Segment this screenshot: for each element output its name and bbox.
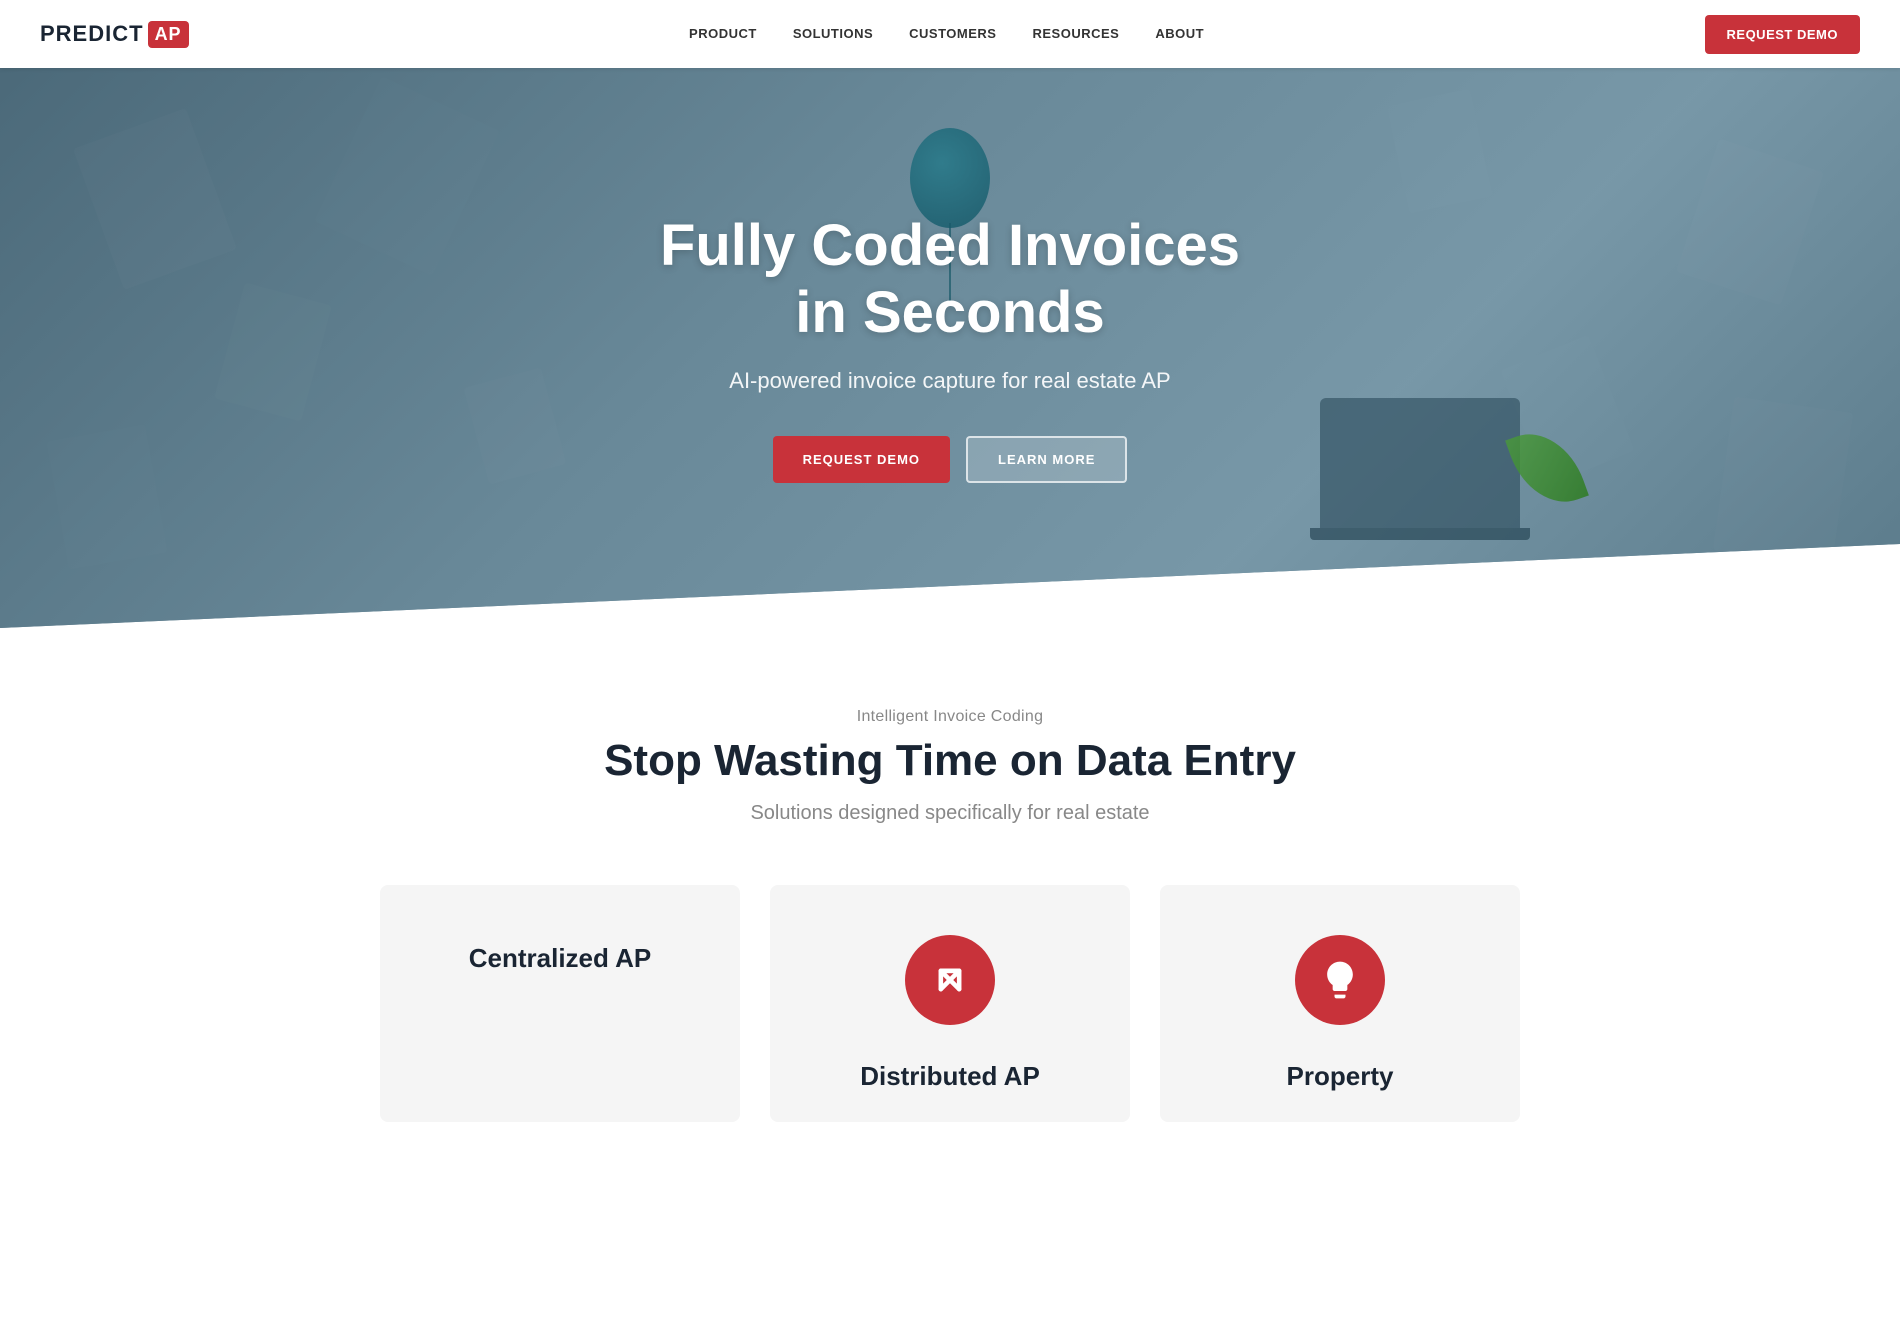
card-centralized-title: Centralized AP — [469, 943, 652, 974]
features-desc: Solutions designed specifically for real… — [40, 802, 1860, 825]
lightbulb-icon — [1318, 958, 1362, 1002]
nav-item-product[interactable]: PRODUCT — [689, 25, 757, 43]
card-distributed-title: Distributed AP — [860, 1061, 1040, 1092]
card-property: Property — [1160, 885, 1520, 1122]
nav-item-resources[interactable]: RESOURCES — [1032, 25, 1119, 43]
nav-link-solutions[interactable]: SOLUTIONS — [793, 26, 873, 41]
logo-text: PREDICT — [40, 21, 144, 47]
nav-link-product[interactable]: PRODUCT — [689, 26, 757, 41]
nav-link-customers[interactable]: CUSTOMERS — [909, 26, 996, 41]
logo-ap-badge: AP — [148, 21, 189, 48]
navbar: PREDICT AP PRODUCT SOLUTIONS CUSTOMERS R… — [0, 0, 1900, 68]
logo[interactable]: PREDICT AP — [40, 21, 189, 48]
hero-request-demo-button[interactable]: REQUEST DEMO — [773, 436, 950, 483]
card-distributed: Distributed AP — [770, 885, 1130, 1122]
nav-links: PRODUCT SOLUTIONS CUSTOMERS RESOURCES AB… — [689, 25, 1204, 43]
nav-link-resources[interactable]: RESOURCES — [1032, 26, 1119, 41]
nav-link-about[interactable]: ABOUT — [1155, 26, 1204, 41]
property-icon-bg — [1295, 935, 1385, 1025]
hero-subtitle: AI-powered invoice capture for real esta… — [729, 368, 1170, 394]
nav-request-demo-button[interactable]: REQUEST DEMO — [1705, 15, 1860, 54]
card-property-title: Property — [1287, 1061, 1394, 1092]
distribute-icon — [928, 958, 972, 1002]
nav-item-solutions[interactable]: SOLUTIONS — [793, 25, 873, 43]
hero-title: Fully Coded Invoices in Seconds — [660, 213, 1240, 346]
card-centralized: Centralized AP — [380, 885, 740, 1122]
distributed-icon-bg — [905, 935, 995, 1025]
hero-section: Fully Coded Invoices in Seconds AI-power… — [0, 68, 1900, 628]
features-subtitle: Intelligent Invoice Coding — [40, 708, 1860, 726]
feature-cards: Centralized AP Distributed AP Property — [350, 885, 1550, 1122]
features-section: Intelligent Invoice Coding Stop Wasting … — [0, 628, 1900, 1162]
features-title: Stop Wasting Time on Data Entry — [40, 736, 1860, 786]
hero-buttons: REQUEST DEMO LEARN MORE — [773, 436, 1128, 483]
nav-item-about[interactable]: ABOUT — [1155, 25, 1204, 43]
nav-item-customers[interactable]: CUSTOMERS — [909, 25, 996, 43]
hero-learn-more-button[interactable]: LEARN MORE — [966, 436, 1127, 483]
hero-content: Fully Coded Invoices in Seconds AI-power… — [0, 68, 1900, 628]
